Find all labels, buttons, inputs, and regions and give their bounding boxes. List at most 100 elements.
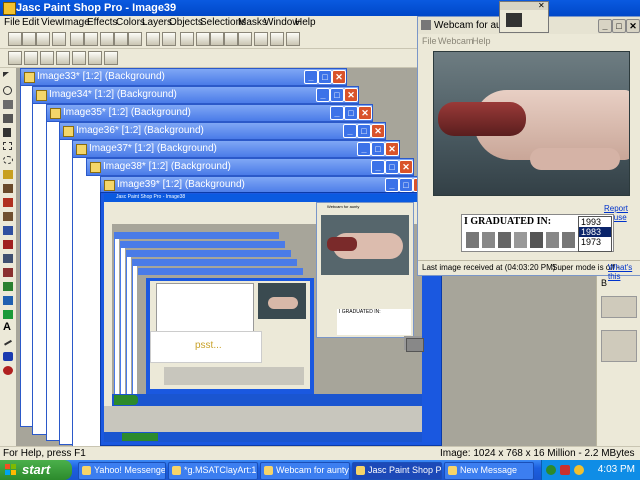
retouch-icon[interactable] (3, 240, 13, 249)
select-icon[interactable] (104, 51, 118, 65)
whats-this-link[interactable]: What's this (608, 263, 640, 281)
image39-canvas[interactable]: Jasc Paint Shop Pro - Image38 psst... We… (104, 194, 422, 406)
text-tool-icon[interactable]: A (3, 322, 13, 333)
menu-masks[interactable]: Masks (238, 17, 267, 28)
crop-tool-icon[interactable] (3, 114, 13, 123)
lock-icon[interactable] (270, 32, 284, 46)
cut-icon[interactable] (100, 32, 114, 46)
start-button[interactable]: start (0, 460, 72, 480)
eraser-icon[interactable] (3, 268, 13, 277)
save-icon[interactable] (36, 32, 50, 46)
paste-icon[interactable] (128, 32, 142, 46)
minimize-button[interactable]: _ (304, 70, 318, 84)
task-msat-clayart[interactable]: *g.MSATClayArt:1 ... (168, 462, 258, 480)
tray-security-icon[interactable] (560, 465, 570, 475)
layers-icon[interactable] (224, 32, 238, 46)
minimize-button[interactable]: _ (316, 88, 330, 102)
menu-file[interactable]: File (4, 17, 20, 28)
vector-object-icon[interactable] (3, 366, 13, 375)
view-icon[interactable] (146, 32, 160, 46)
deform-tool-icon[interactable] (3, 100, 13, 109)
webcam-menu-help[interactable]: Help (472, 36, 491, 46)
task-yahoo-messenger[interactable]: Yahoo! Messenger ... (78, 462, 166, 480)
brush-icon[interactable] (56, 51, 70, 65)
preset-icon[interactable] (40, 51, 54, 65)
maximize-button[interactable]: □ (399, 178, 413, 192)
copy-icon[interactable] (114, 32, 128, 46)
image-window-33[interactable]: Image33* [1:2] (Background) _ □ ✕ (20, 68, 347, 86)
close-button[interactable]: ✕ (332, 70, 346, 84)
minimize-button[interactable]: _ (385, 178, 399, 192)
palette-icon[interactable] (24, 51, 38, 65)
arrow-tool-icon[interactable] (3, 72, 9, 77)
webcam-window[interactable]: Webcam for aunty _ □ ✕ File Webcam Help … (417, 16, 640, 281)
zoom-tool-icon[interactable] (3, 86, 12, 95)
tool-options-icon[interactable] (8, 51, 22, 65)
menu-colors[interactable]: Colors (116, 17, 145, 28)
selection-tool-icon[interactable] (3, 142, 12, 150)
color-replacer-icon[interactable] (3, 226, 13, 235)
close-button[interactable]: ✕ (371, 124, 385, 138)
image-window-36[interactable]: Image36* [1:2] (Background) _ □ ✕ (59, 122, 386, 140)
webcam-close-button[interactable]: ✕ (626, 19, 640, 33)
task-webcam[interactable]: Webcam for aunty... (260, 462, 350, 480)
preset-shape-icon[interactable] (3, 352, 13, 361)
year-option[interactable]: 1973 (579, 237, 611, 247)
new-icon[interactable] (8, 32, 22, 46)
year-option[interactable]: 1993 (579, 217, 611, 227)
maximize-button[interactable]: □ (318, 70, 332, 84)
year-option-selected[interactable]: 1983 (579, 227, 611, 237)
help-icon[interactable] (286, 32, 300, 46)
overview-icon[interactable] (238, 32, 252, 46)
webcam-minimize-button[interactable]: _ (598, 19, 612, 33)
scratch-remover-icon[interactable] (3, 254, 13, 263)
channel-icon[interactable] (196, 32, 210, 46)
image-window-38[interactable]: Image38* [1:2] (Background) _ □ ✕ (86, 158, 414, 176)
envelope-icon[interactable] (406, 338, 424, 352)
close-button[interactable]: ✕ (399, 160, 413, 174)
menu-image[interactable]: Image (62, 17, 90, 28)
image-window-37[interactable]: Image37* [1:2] (Background) _ □ ✕ (72, 140, 400, 158)
script-icon[interactable] (254, 32, 268, 46)
color-palette-icon[interactable] (180, 32, 194, 46)
redo-icon[interactable] (84, 32, 98, 46)
task-paint-shop-pro[interactable]: Jasc Paint Shop Pro... (352, 462, 442, 480)
graduation-ad[interactable]: I GRADUATED IN: 1993 1983 1973 (461, 214, 614, 252)
menu-effects[interactable]: Effects (87, 17, 117, 28)
dropper-icon[interactable] (3, 184, 13, 193)
menu-layers[interactable]: Layers (142, 17, 172, 28)
print-icon[interactable] (52, 32, 66, 46)
close-button[interactable]: ✕ (358, 106, 372, 120)
maximize-button[interactable]: □ (385, 160, 399, 174)
mover-tool-icon[interactable] (3, 128, 11, 137)
network-icon[interactable] (506, 13, 522, 27)
minimize-button[interactable]: _ (343, 124, 357, 138)
close-button[interactable]: ✕ (344, 88, 358, 102)
maximize-button[interactable]: □ (357, 124, 371, 138)
floating-toolbar[interactable]: ✕ (499, 1, 549, 33)
floating-close-icon[interactable]: ✕ (538, 2, 545, 10)
histogram-icon[interactable] (210, 32, 224, 46)
tray-network-icon[interactable] (546, 465, 556, 475)
webcam-menu-file[interactable]: File (422, 36, 437, 46)
close-button[interactable]: ✕ (385, 142, 399, 156)
minimize-button[interactable]: _ (371, 160, 385, 174)
freehand-tool-icon[interactable] (3, 156, 13, 164)
maximize-button[interactable]: □ (371, 142, 385, 156)
menu-help[interactable]: Help (295, 17, 316, 28)
magic-wand-icon[interactable] (3, 170, 13, 179)
menu-edit[interactable]: Edit (22, 17, 39, 28)
draw-tool-icon[interactable] (2, 336, 12, 346)
crop-icon[interactable] (72, 51, 86, 65)
picture-tube-icon[interactable] (3, 282, 13, 291)
year-select-list[interactable]: 1993 1983 1973 (578, 216, 612, 252)
maximize-button[interactable]: □ (330, 88, 344, 102)
image-window-34[interactable]: Image34* [1:2] (Background) _ □ ✕ (32, 86, 359, 104)
image-window-35[interactable]: Image35* [1:2] (Background) _ □ ✕ (46, 104, 373, 122)
clone-brush-icon[interactable] (3, 212, 13, 221)
move-icon[interactable] (88, 51, 102, 65)
undo-icon[interactable] (70, 32, 84, 46)
flood-fill-icon[interactable] (3, 310, 13, 319)
minimize-button[interactable]: _ (357, 142, 371, 156)
minimize-button[interactable]: _ (330, 106, 344, 120)
